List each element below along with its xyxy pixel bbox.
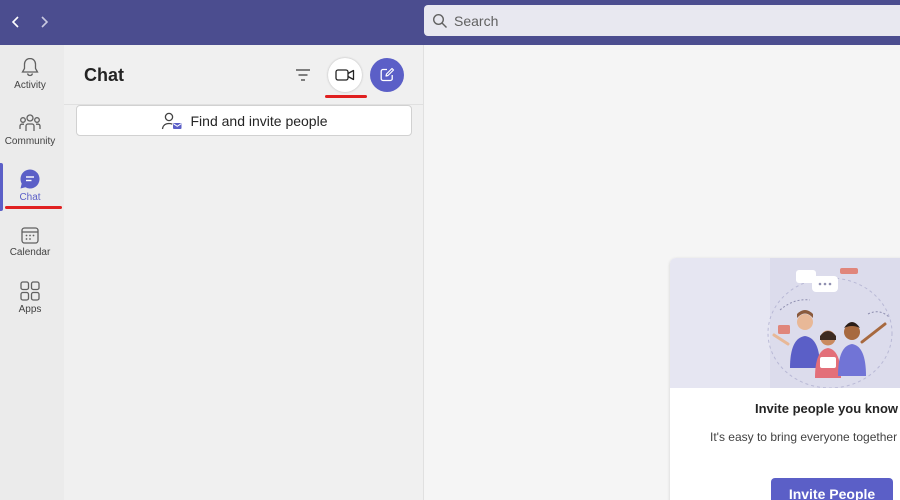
- person-invite-icon: [161, 112, 181, 129]
- rail-item-apps[interactable]: Apps: [0, 269, 60, 325]
- back-button[interactable]: [4, 10, 28, 34]
- rail-item-label: Calendar: [9, 246, 51, 258]
- bell-icon: [21, 57, 39, 76]
- apps-grid-icon: [20, 280, 40, 301]
- chat-pane-header: Chat: [64, 45, 423, 105]
- chat-bubble-icon: [20, 168, 40, 188]
- title-bar: Search: [0, 0, 900, 45]
- invite-people-button[interactable]: Invite People: [771, 478, 893, 500]
- chevron-left-icon: [11, 16, 19, 28]
- new-chat-button[interactable]: [370, 58, 404, 92]
- card-description: It's easy to bring everyone together: [710, 430, 898, 444]
- people-illustration-icon: [767, 258, 900, 389]
- filter-button[interactable]: [290, 63, 316, 87]
- invite-card: Invite people you know It's easy to brin…: [670, 258, 900, 500]
- rail-item-label: Activity: [14, 79, 46, 91]
- people-group-icon: [19, 113, 41, 131]
- find-invite-people-button[interactable]: Find and invite people: [76, 105, 412, 136]
- card-title: Invite people you know: [755, 401, 899, 416]
- find-invite-label: Find and invite people: [190, 112, 328, 129]
- rail-item-activity[interactable]: Activity: [0, 45, 60, 101]
- rail-item-label: Chat: [19, 191, 41, 203]
- rail-item-chat[interactable]: Chat: [0, 157, 60, 213]
- filter-icon: [296, 69, 310, 81]
- rail-item-label: Apps: [18, 303, 42, 315]
- calendar-icon: [21, 226, 39, 244]
- page-title: Chat: [84, 65, 124, 85]
- search-placeholder: Search: [454, 12, 499, 29]
- app-bar: Activity Community Chat Calendar Apps: [0, 45, 64, 500]
- chat-list-pane: Chat Find and invite people: [64, 45, 423, 500]
- compose-icon: [380, 67, 395, 82]
- rail-item-calendar[interactable]: Calendar: [0, 213, 60, 269]
- highlight-underline: [325, 95, 367, 98]
- search-input[interactable]: Search: [424, 5, 900, 36]
- rail-item-label: Community: [4, 135, 56, 147]
- meet-now-button[interactable]: [328, 58, 362, 92]
- main-content: Invite people you know It's easy to brin…: [423, 45, 900, 500]
- highlight-underline: [5, 206, 62, 209]
- chevron-right-icon: [41, 16, 49, 28]
- invite-illustration: [670, 258, 900, 389]
- rail-item-community[interactable]: Community: [0, 101, 60, 157]
- video-camera-icon: [335, 69, 355, 81]
- forward-button[interactable]: [32, 10, 56, 34]
- search-icon: [432, 13, 447, 28]
